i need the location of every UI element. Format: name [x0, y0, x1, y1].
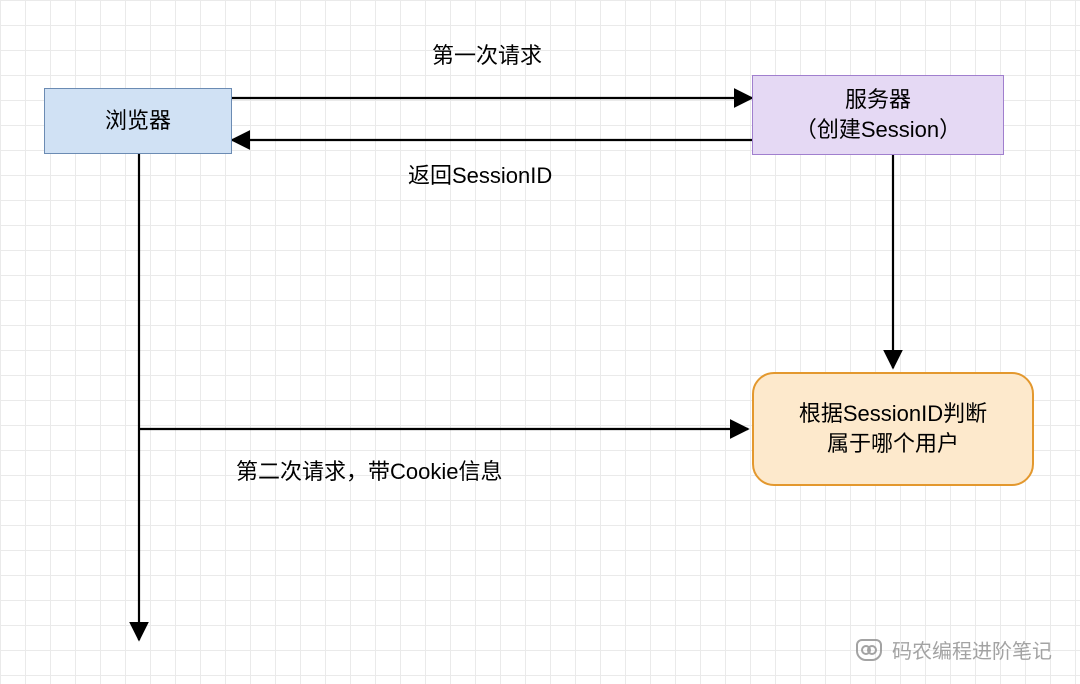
- node-judge: 根据SessionID判断 属于哪个用户: [752, 372, 1034, 486]
- node-browser: 浏览器: [44, 88, 232, 154]
- label-second-request: 第二次请求，带Cookie信息: [236, 454, 502, 486]
- wechat-icon: [856, 639, 882, 661]
- node-browser-label: 浏览器: [105, 106, 171, 136]
- label-return-session-id: 返回SessionID: [408, 158, 552, 190]
- watermark: 码农编程进阶笔记: [856, 635, 1052, 664]
- node-server-label: 服务器 （创建Session）: [795, 85, 961, 144]
- node-judge-label: 根据SessionID判断 属于哪个用户: [799, 399, 987, 458]
- label-first-request: 第一次请求: [432, 38, 542, 70]
- node-server: 服务器 （创建Session）: [752, 75, 1004, 155]
- watermark-text: 码农编程进阶笔记: [892, 635, 1052, 664]
